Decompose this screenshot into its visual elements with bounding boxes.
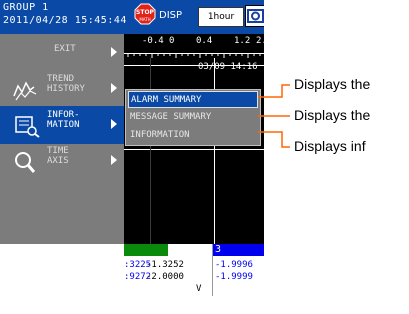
annotation-text: Displays the bbox=[294, 107, 371, 123]
callout-lines bbox=[258, 84, 290, 148]
annotation-text: Displays the bbox=[294, 76, 371, 92]
annotation-text: Displays inf bbox=[294, 138, 366, 154]
